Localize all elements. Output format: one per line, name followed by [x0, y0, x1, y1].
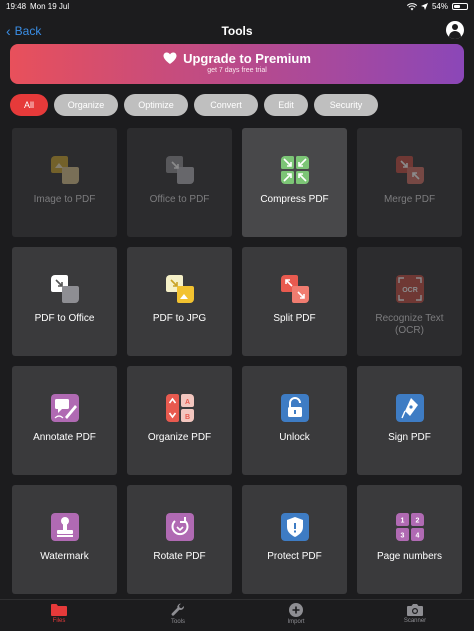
svg-text:3: 3 [400, 533, 404, 540]
location-arrow-icon [420, 3, 428, 10]
tile-merge-pdf[interactable]: Merge PDF [357, 128, 462, 237]
svg-text:4: 4 [415, 533, 419, 540]
filter-edit[interactable]: Edit [264, 94, 308, 116]
tile-page-numbers[interactable]: 1 2 3 4 Page numbers [357, 485, 462, 594]
image-to-pdf-icon [50, 156, 79, 184]
svg-text:A: A [184, 399, 189, 406]
tile-label: Compress PDF [260, 194, 329, 205]
tab-label: Import [287, 619, 305, 625]
filter-optimize[interactable]: Optimize [124, 94, 188, 116]
tab-import[interactable]: Import [266, 603, 326, 625]
avatar-head [452, 24, 458, 30]
tab-files[interactable]: Files [29, 603, 89, 624]
battery-icon [452, 3, 468, 10]
tile-label: Recognize Text (OCR) [375, 313, 444, 336]
plus-circle-icon [289, 603, 303, 617]
tab-tools[interactable]: Tools [148, 603, 208, 625]
tile-recognize-text-ocr[interactable]: OCR Recognize Text (OCR) [357, 247, 462, 356]
status-date: Mon 19 Jul [30, 2, 70, 11]
banner-title: Upgrade to Premium [183, 51, 311, 66]
battery-percent: 54% [431, 2, 448, 11]
tab-label: Files [52, 618, 66, 624]
navigation-bar: ‹ Back Tools [0, 18, 474, 46]
svg-text:2: 2 [415, 518, 419, 525]
avatar-shoulders [449, 31, 461, 39]
sign-icon [395, 394, 424, 422]
compress-icon [280, 156, 309, 184]
tile-label: PDF to Office [34, 313, 95, 324]
tile-label: Watermark [40, 551, 89, 562]
svg-text:1: 1 [400, 518, 404, 525]
tile-unlock[interactable]: Unlock [242, 366, 347, 475]
tab-bar: Files Tools Import Scanner [0, 599, 474, 631]
tile-label: Annotate PDF [33, 432, 96, 443]
split-icon [280, 275, 309, 303]
status-right: 54% [406, 2, 468, 11]
tab-label: Scanner [403, 618, 427, 624]
filter-chips: All Organize Optimize Convert Edit Secur… [10, 94, 378, 116]
camera-icon [407, 604, 423, 616]
profile-button[interactable] [446, 21, 464, 39]
tile-watermark[interactable]: Watermark [12, 485, 117, 594]
tile-sign-pdf[interactable]: Sign PDF [357, 366, 462, 475]
filter-convert[interactable]: Convert [194, 94, 258, 116]
status-bar: 19:48 Mon 19 Jul 54% [0, 0, 474, 14]
tile-rotate-pdf[interactable]: Rotate PDF [127, 485, 232, 594]
protect-icon [280, 513, 309, 541]
page-numbers-icon: 1 2 3 4 [395, 513, 424, 541]
pdf-to-office-icon [50, 275, 79, 303]
tile-split-pdf[interactable]: Split PDF [242, 247, 347, 356]
ocr-icon: OCR [395, 275, 424, 303]
tile-annotate-pdf[interactable]: Annotate PDF [12, 366, 117, 475]
wrench-icon [171, 603, 184, 616]
tab-scanner[interactable]: Scanner [385, 603, 445, 624]
tab-label: Tools [170, 619, 185, 625]
premium-banner[interactable]: Upgrade to Premium get 7 days free trial [10, 44, 464, 84]
unlock-icon [280, 394, 309, 422]
rotate-icon [165, 513, 194, 541]
banner-subtitle: get 7 days free trial [207, 67, 267, 74]
tile-label: Unlock [279, 432, 310, 443]
tile-image-to-pdf[interactable]: Image to PDF [12, 128, 117, 237]
tile-label: Rotate PDF [153, 551, 206, 562]
tile-label: Organize PDF [147, 432, 212, 443]
office-to-pdf-icon [165, 156, 194, 184]
svg-text:B: B [184, 414, 189, 421]
tile-compress-pdf[interactable]: Compress PDF [242, 128, 347, 237]
organize-icon: A B [165, 394, 194, 422]
status-time: 19:48 [6, 2, 27, 11]
tile-label: Office to PDF [149, 194, 210, 205]
tile-organize-pdf[interactable]: A B Organize PDF [127, 366, 232, 475]
wifi-icon [406, 2, 417, 10]
page-title: Tools [221, 24, 253, 38]
tile-pdf-to-jpg[interactable]: PDF to JPG [127, 247, 232, 356]
annotate-icon [50, 394, 79, 422]
tile-office-to-pdf[interactable]: Office to PDF [127, 128, 232, 237]
filter-all[interactable]: All [10, 94, 48, 116]
watermark-icon [50, 513, 79, 541]
tile-pdf-to-office[interactable]: PDF to Office [12, 247, 117, 356]
tile-label: Sign PDF [388, 432, 431, 443]
tile-label: Protect PDF [267, 551, 322, 562]
tools-grid: Image to PDF Office to PDF Compress PDF [12, 128, 463, 594]
merge-icon [395, 156, 424, 184]
tile-label: Split PDF [273, 313, 316, 324]
heart-icon [163, 52, 177, 64]
filter-organize[interactable]: Organize [54, 94, 118, 116]
tile-label: Merge PDF [383, 194, 436, 205]
pdf-to-jpg-icon [165, 275, 194, 303]
tile-label: Page numbers [376, 551, 443, 562]
tile-protect-pdf[interactable]: Protect PDF [242, 485, 347, 594]
svg-text:OCR: OCR [402, 287, 418, 294]
folder-icon [51, 604, 67, 616]
tile-label: Image to PDF [33, 194, 96, 205]
filter-security[interactable]: Security [314, 94, 378, 116]
tile-label: PDF to JPG [152, 313, 207, 324]
